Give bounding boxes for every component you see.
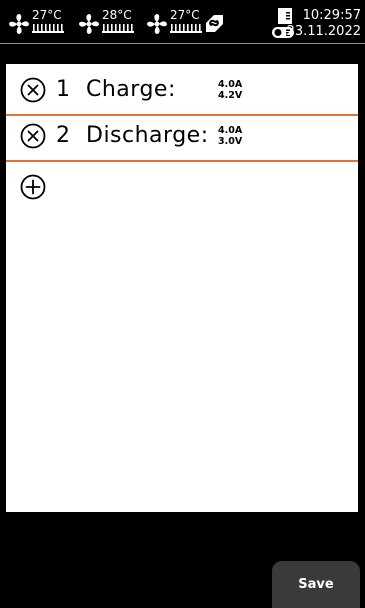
step-name: Charge: [86, 77, 176, 102]
add-circle-icon[interactable] [20, 174, 46, 200]
fan-temperature: 27°C [170, 8, 200, 22]
step-list-panel: 1 Charge: 4.0A 4.2V 2 Discharge: 4.0A 3.… [6, 64, 358, 512]
fan-temperature: 27°C [32, 8, 62, 22]
step-current: 4.0A [218, 79, 243, 90]
heatsink-icon [170, 24, 202, 33]
fan-icon [147, 14, 167, 34]
remove-circle-icon[interactable] [20, 123, 46, 149]
fan-icon [79, 14, 99, 34]
sd-card-icon [278, 8, 292, 24]
step-parameters: 4.0A 4.2V [218, 79, 243, 101]
link-icon [206, 15, 223, 32]
heatsink-icon [102, 24, 134, 33]
remove-circle-icon[interactable] [20, 77, 46, 103]
step-voltage: 4.2V [218, 89, 243, 101]
status-bar-divider [0, 43, 365, 44]
clock-time: 10:29:57 [302, 8, 361, 23]
save-button[interactable]: Save [272, 561, 360, 608]
step-row-discharge[interactable]: 2 Discharge: 4.0A 3.0V [6, 114, 358, 162]
step-name: Discharge: [86, 123, 209, 148]
step-parameters: 4.0A 3.0V [218, 125, 243, 147]
step-number: 1 [56, 77, 70, 102]
step-number: 2 [56, 123, 70, 148]
heatsink-icon [32, 24, 64, 33]
status-bar: 27°C 28°C 27°C 10:29:57 23.11.2022 [0, 0, 365, 44]
fan-icon [9, 14, 29, 34]
step-row-charge[interactable]: 1 Charge: 4.0A 4.2V [6, 68, 358, 116]
clock-date: 23.11.2022 [286, 24, 361, 39]
fan-temperature: 28°C [102, 8, 132, 22]
step-current: 4.0A [218, 125, 243, 136]
step-voltage: 3.0V [218, 135, 243, 147]
